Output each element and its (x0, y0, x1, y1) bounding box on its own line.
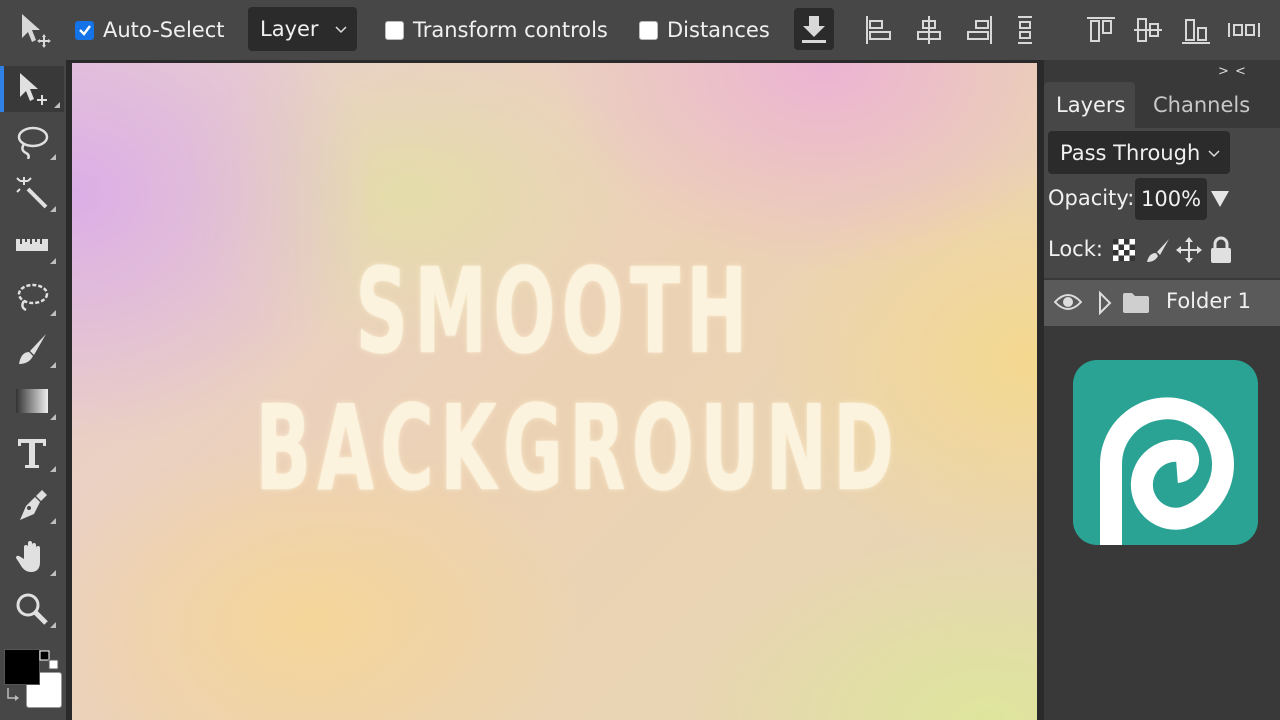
layer-select[interactable]: Layer (248, 7, 357, 51)
headline-line-2: BACKGROUND (255, 379, 901, 517)
move-icon (20, 73, 47, 105)
distribute-horizontal-button[interactable] (1224, 10, 1264, 50)
document-canvas[interactable]: SMOOTH BACKGROUND (72, 63, 1037, 720)
opacity-label: Opacity: (1048, 186, 1135, 210)
lock-pixels-icon[interactable] (1145, 237, 1171, 263)
tab-layers[interactable]: Layers (1044, 82, 1135, 128)
lock-all-icon[interactable] (1209, 236, 1233, 264)
hand-icon (15, 541, 40, 572)
opacity-value: 100% (1141, 187, 1202, 211)
gradient-tool[interactable] (4, 378, 60, 424)
ruler-tool[interactable] (4, 222, 60, 268)
chevron-down-icon (335, 26, 347, 34)
opacity-input[interactable]: 100% (1135, 178, 1207, 220)
distances-label: Distances (667, 18, 770, 42)
hand-tool[interactable] (4, 534, 60, 580)
align-left-icon (866, 16, 891, 44)
download-button[interactable] (794, 8, 834, 50)
folder-icon (1123, 293, 1149, 313)
spot-heal-tool[interactable] (4, 274, 60, 320)
tab-channels[interactable]: Channels (1141, 82, 1262, 128)
zoom-tool[interactable] (4, 586, 60, 632)
align-bottom-button[interactable] (1176, 10, 1216, 50)
layer-row-folder-1[interactable]: Folder 1 (1044, 280, 1280, 326)
align-top-icon (1087, 17, 1115, 42)
transform-controls-checkbox[interactable]: Transform controls (385, 16, 608, 44)
type-icon (18, 439, 46, 468)
blend-mode-value: Pass Through (1060, 140, 1201, 165)
photopea-logo (1073, 360, 1258, 545)
tool-expand-indicator (50, 466, 56, 472)
layer-name: Folder 1 (1166, 289, 1251, 313)
photopea-logo-icon (1099, 397, 1234, 545)
auto-select-checkbox[interactable]: Auto-Select (75, 16, 225, 44)
auto-select-label: Auto-Select (103, 18, 225, 42)
distribute-vertical-icon (1018, 16, 1032, 44)
brush-tool[interactable] (4, 326, 60, 372)
gradient-icon (16, 389, 48, 413)
options-bar: Auto-Select Layer Transform controls Dis… (0, 0, 1280, 60)
align-right-button[interactable] (960, 10, 1000, 50)
align-center-icon (917, 16, 941, 44)
tool-expand-indicator (50, 622, 56, 628)
lock-label: Lock: (1048, 237, 1103, 261)
lasso-tool[interactable] (4, 118, 60, 164)
pen-icon (20, 490, 47, 520)
ruler-icon (16, 239, 48, 251)
swap-colors-icon[interactable] (38, 649, 60, 671)
eye-icon[interactable] (1054, 292, 1082, 312)
headline-line-1: SMOOTH (355, 242, 754, 380)
magic-wand-icon (16, 177, 48, 209)
download-icon (802, 16, 826, 43)
auto-select-checkbox-box[interactable] (75, 20, 94, 40)
move-tool[interactable] (0, 66, 64, 112)
align-right-icon (967, 16, 992, 44)
expand-arrow-icon[interactable] (1098, 291, 1112, 315)
pen-tool[interactable] (4, 482, 60, 528)
tool-expand-indicator (50, 570, 56, 576)
tool-expand-indicator (50, 518, 56, 524)
lock-transparency-icon[interactable] (1112, 238, 1136, 262)
tool-expand-indicator (50, 310, 56, 316)
transform-controls-checkbox-box[interactable] (385, 20, 404, 40)
tool-expand-indicator (50, 206, 56, 212)
align-top-button[interactable] (1081, 10, 1121, 50)
tool-expand-indicator (50, 414, 56, 420)
magic-wand-tool[interactable] (4, 170, 60, 216)
brush-icon (19, 334, 46, 364)
heal-icon (17, 283, 49, 312)
lasso-icon (17, 126, 49, 159)
chevron-down-icon (1208, 149, 1220, 157)
type-tool[interactable] (4, 430, 60, 476)
distribute-vertical-button[interactable] (1005, 10, 1045, 50)
lock-position-icon[interactable] (1176, 237, 1202, 263)
collapse-panel-button[interactable]: > < (1218, 64, 1247, 79)
move-tool-icon[interactable] (18, 12, 54, 48)
align-bottom-icon (1182, 19, 1210, 44)
tool-expand-indicator (50, 154, 56, 160)
zoom-icon (16, 593, 48, 625)
distances-checkbox[interactable]: Distances (639, 16, 770, 44)
transform-controls-label: Transform controls (413, 18, 608, 42)
align-middle-button[interactable] (1128, 10, 1168, 50)
align-middle-icon (1134, 18, 1162, 42)
opacity-dropdown-icon[interactable] (1210, 190, 1230, 208)
layer-select-value: Layer (260, 17, 319, 41)
panel-tabs: Layers Channels (1044, 82, 1280, 128)
align-left-button[interactable] (858, 10, 898, 50)
tools-panel (0, 60, 66, 720)
distances-checkbox-box[interactable] (639, 20, 658, 40)
tool-expand-indicator (50, 362, 56, 368)
distribute-horizontal-icon (1228, 23, 1260, 37)
tool-expand-indicator (50, 258, 56, 264)
foreground-color-swatch[interactable] (4, 649, 40, 685)
default-colors-icon[interactable] (4, 684, 26, 706)
tool-expand-indicator (54, 102, 60, 108)
blend-mode-select[interactable]: Pass Through (1048, 131, 1230, 174)
align-center-h-button[interactable] (909, 10, 949, 50)
checkmark-icon (78, 25, 91, 36)
